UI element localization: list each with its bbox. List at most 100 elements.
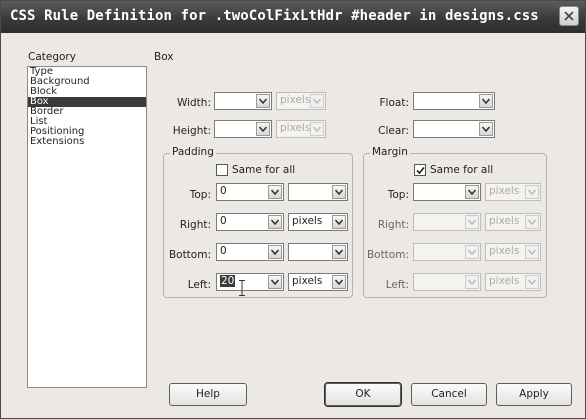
float-label: Float:	[379, 97, 409, 109]
clear-dropdown-button[interactable]	[479, 122, 493, 136]
margin-top-unit-select[interactable]: pixels	[485, 183, 541, 201]
margin-bottom-unit-select[interactable]: pixels	[485, 243, 541, 261]
chevron-down-icon	[271, 219, 279, 225]
float-select[interactable]	[413, 92, 495, 110]
margin-top-unit-dropdown-button[interactable]	[525, 185, 539, 199]
margin-bottom-unit-value: pixels	[489, 245, 520, 257]
chevron-down-icon	[468, 219, 476, 225]
margin-left-unit-select[interactable]: pixels	[485, 273, 541, 291]
height-unit-select[interactable]: pixels	[276, 120, 326, 138]
chevron-down-icon	[528, 249, 536, 255]
ok-button[interactable]: OK	[325, 383, 401, 406]
margin-right-input[interactable]	[413, 213, 481, 231]
margin-top-unit-value: pixels	[489, 185, 520, 197]
margin-left-unit-value: pixels	[489, 275, 520, 287]
padding-bottom-dropdown-button[interactable]	[268, 245, 282, 259]
padding-left-unit-select[interactable]: pixels	[288, 273, 348, 291]
title-bar[interactable]: CSS Rule Definition for .twoColFixLtHdr …	[1, 1, 585, 33]
padding-right-dropdown-button[interactable]	[268, 215, 282, 229]
category-item-extensions[interactable]: Extensions	[28, 137, 146, 147]
clear-select[interactable]	[413, 120, 495, 138]
chevron-down-icon	[271, 279, 279, 285]
chevron-down-icon	[335, 219, 343, 225]
height-dropdown-button[interactable]	[256, 122, 270, 136]
margin-right-unit-select[interactable]: pixels	[485, 213, 541, 231]
padding-title: Padding	[170, 146, 216, 158]
padding-top-value: 0	[220, 185, 227, 197]
margin-right-label: Right:	[377, 219, 409, 231]
width-unit-value: pixels	[280, 94, 311, 106]
padding-left-input[interactable]: 20	[216, 273, 284, 291]
cancel-button[interactable]: Cancel	[411, 383, 487, 406]
category-label: Category	[28, 51, 76, 63]
padding-bottom-value: 0	[220, 245, 227, 257]
margin-right-dropdown-button[interactable]	[465, 215, 479, 229]
padding-bottom-label: Bottom:	[168, 249, 211, 261]
width-unit-dropdown-button[interactable]	[310, 94, 324, 108]
height-unit-dropdown-button[interactable]	[310, 122, 324, 136]
padding-right-unit-select[interactable]: pixels	[288, 213, 348, 231]
height-input[interactable]	[214, 120, 272, 138]
padding-top-unit-dropdown-button[interactable]	[332, 185, 346, 199]
padding-top-unit-select[interactable]	[288, 183, 348, 201]
height-unit-value: pixels	[280, 122, 311, 134]
padding-left-unit-value: pixels	[292, 275, 323, 287]
margin-left-dropdown-button[interactable]	[465, 275, 479, 289]
width-dropdown-button[interactable]	[256, 94, 270, 108]
css-rule-definition-dialog: CSS Rule Definition for .twoColFixLtHdr …	[0, 0, 586, 419]
chevron-down-icon	[271, 189, 279, 195]
padding-left-unit-dropdown-button[interactable]	[332, 275, 346, 289]
chevron-down-icon	[482, 98, 490, 104]
padding-left-value: 20	[220, 275, 236, 287]
padding-left-label: Left:	[187, 279, 211, 291]
margin-right-unit-value: pixels	[489, 215, 520, 227]
margin-right-unit-dropdown-button[interactable]	[525, 215, 539, 229]
margin-bottom-label: Bottom:	[366, 249, 409, 261]
padding-bottom-input[interactable]: 0	[216, 243, 284, 261]
padding-top-label: Top:	[189, 189, 211, 201]
padding-left-dropdown-button[interactable]	[268, 275, 282, 289]
clear-label: Clear:	[378, 125, 409, 137]
margin-top-input[interactable]	[413, 183, 481, 201]
help-button[interactable]: Help	[169, 383, 247, 406]
padding-same-for-all-label: Same for all	[232, 164, 296, 176]
padding-right-label: Right:	[179, 219, 211, 231]
chevron-down-icon	[335, 189, 343, 195]
chevron-down-icon	[259, 98, 267, 104]
chevron-down-icon	[259, 126, 267, 132]
margin-same-for-all-checkbox[interactable]	[414, 164, 426, 176]
checkmark-icon	[416, 166, 425, 175]
margin-left-input[interactable]	[413, 273, 481, 291]
width-input[interactable]	[214, 92, 272, 110]
margin-bottom-dropdown-button[interactable]	[465, 245, 479, 259]
close-button[interactable]	[559, 6, 579, 26]
width-unit-select[interactable]: pixels	[276, 92, 326, 110]
float-dropdown-button[interactable]	[479, 94, 493, 108]
chevron-down-icon	[468, 279, 476, 285]
category-list[interactable]: Type Background Block Box Border List Po…	[27, 66, 147, 388]
padding-bottom-unit-dropdown-button[interactable]	[332, 245, 346, 259]
chevron-down-icon	[335, 279, 343, 285]
padding-top-dropdown-button[interactable]	[268, 185, 282, 199]
chevron-down-icon	[468, 189, 476, 195]
height-label: Height:	[172, 125, 211, 137]
padding-right-input[interactable]: 0	[216, 213, 284, 231]
margin-left-unit-dropdown-button[interactable]	[525, 275, 539, 289]
text-cursor-icon	[239, 280, 245, 296]
chevron-down-icon	[528, 189, 536, 195]
close-icon	[564, 11, 574, 21]
margin-bottom-unit-dropdown-button[interactable]	[525, 245, 539, 259]
chevron-down-icon	[528, 279, 536, 285]
padding-top-input[interactable]: 0	[216, 183, 284, 201]
padding-same-for-all-checkbox[interactable]	[216, 164, 228, 176]
margin-bottom-input[interactable]	[413, 243, 481, 261]
padding-bottom-unit-select[interactable]	[288, 243, 348, 261]
chevron-down-icon	[528, 219, 536, 225]
apply-button[interactable]: Apply	[496, 383, 572, 406]
margin-top-dropdown-button[interactable]	[465, 185, 479, 199]
width-label: Width:	[176, 97, 211, 109]
margin-left-label: Left:	[385, 279, 409, 291]
padding-right-unit-value: pixels	[292, 215, 323, 227]
chevron-down-icon	[313, 98, 321, 104]
padding-right-unit-dropdown-button[interactable]	[332, 215, 346, 229]
